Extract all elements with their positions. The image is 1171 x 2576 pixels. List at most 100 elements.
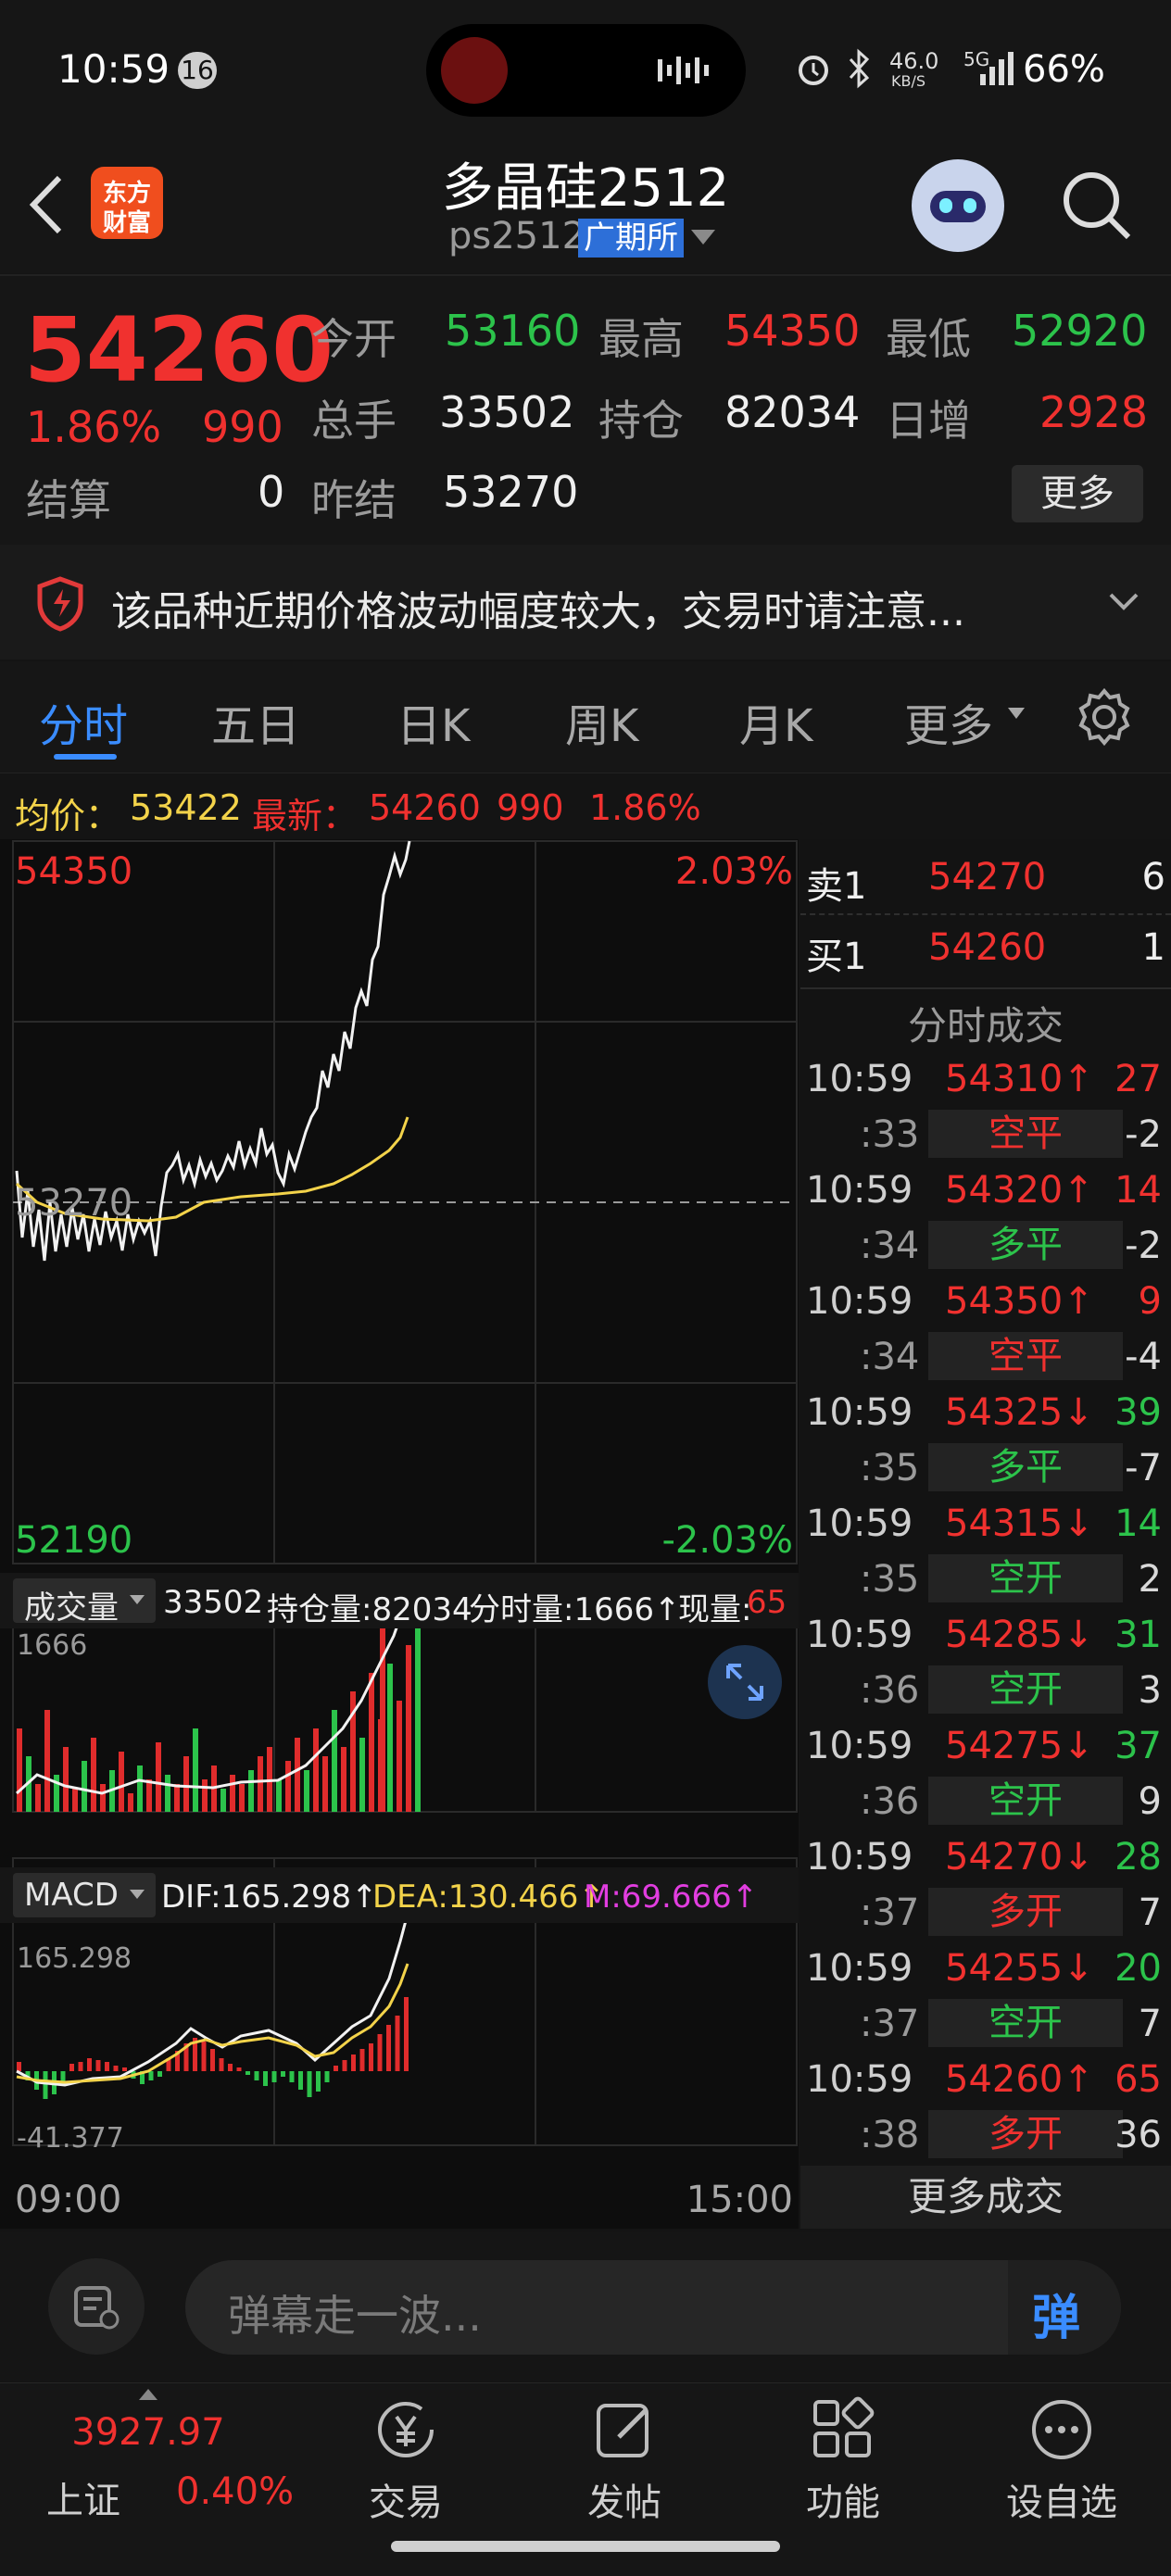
danmu-settings-button[interactable] — [48, 2258, 145, 2355]
tab-weekly-k[interactable]: 周K — [565, 689, 638, 754]
volume-bar — [332, 1710, 337, 1812]
trade-yen-icon — [378, 2402, 434, 2457]
macd-bar — [113, 2066, 119, 2071]
edit-post-icon — [597, 2404, 648, 2457]
trade-price: 54285↓ — [945, 1614, 1094, 1656]
oi-label: 持仓 — [598, 396, 684, 446]
search-icon[interactable] — [1062, 170, 1132, 241]
macd-bar — [78, 2062, 83, 2071]
battery-level: 66% — [1023, 48, 1105, 91]
macd-bar — [359, 2049, 365, 2071]
prev-settle-value: 53270 — [443, 467, 579, 517]
y-axis-mid-label: 53270 — [15, 1182, 132, 1225]
bid-1-row: 买1 54260 1 — [800, 913, 1171, 989]
change-percent: 1.86% — [26, 402, 162, 452]
high-value: 54350 — [724, 306, 861, 356]
settings-gear-icon[interactable] — [1075, 687, 1134, 747]
macd-bar — [377, 2034, 383, 2071]
macd-indicator-selector[interactable]: MACD — [13, 1873, 156, 1917]
trade-volume: 14 — [1114, 1169, 1162, 1212]
trades-title: 分时成交 — [907, 1003, 1064, 1049]
index-value: 3927.97 — [71, 2411, 225, 2454]
tab-daily-k[interactable]: 日K — [397, 689, 470, 754]
danmu-input[interactable]: 弹幕走一波... 弹 — [185, 2260, 1121, 2355]
trade-seconds: :36 — [860, 1780, 920, 1823]
intraday-chart[interactable]: 54350 2.03% 53270 52190 -2.03% 1666 165.… — [0, 839, 799, 2229]
volume-bar — [17, 1728, 22, 1812]
bluetooth-icon — [849, 48, 870, 89]
avg-value: 53422 — [130, 787, 242, 828]
danmu-send-button[interactable]: 弹 — [1008, 2260, 1121, 2355]
expand-chart-button[interactable] — [708, 1645, 782, 1719]
macd-bar — [105, 2062, 109, 2071]
y-axis-top-label: 54350 — [15, 850, 132, 893]
robot-assistant-icon[interactable] — [912, 159, 1004, 252]
trade-row: 10:59 54350↑ 9:34 空平 -4 — [800, 1275, 1171, 1386]
trade-price: 54320↑ — [945, 1169, 1094, 1212]
trade-seconds: :35 — [860, 1558, 920, 1601]
current-volume: 65 — [747, 1584, 787, 1621]
ask-1-label: 卖1 — [806, 865, 867, 908]
trade-volume: 39 — [1114, 1391, 1162, 1434]
volume-bar — [174, 1784, 180, 1812]
volume-panel-header: 成交量 33502 持仓量:82034 分时量:1666↑ 现量: 65 — [0, 1573, 799, 1628]
macd-bar — [316, 2071, 321, 2092]
trade-oi-change: -7 — [1125, 1447, 1162, 1489]
status-bar: 10:59 16 46.0 KB/S 5G 66% — [0, 0, 1171, 139]
more-trades-button[interactable]: 更多成交 — [800, 2166, 1171, 2229]
volume-bar — [397, 1701, 402, 1812]
app-header: 东方 财富 多晶硅2512 ps2512 广期所 — [0, 139, 1171, 273]
prev-settle-label: 昨结 — [311, 475, 397, 525]
tab-monthly-k[interactable]: 月K — [739, 689, 812, 754]
volume-bar — [100, 1784, 106, 1812]
y-axis-bottom-percent: -2.03% — [661, 1519, 793, 1562]
nav-watchlist-label: 设自选 — [1006, 2482, 1117, 2524]
volume-bar — [322, 1756, 328, 1812]
volume-bar — [91, 1738, 96, 1812]
trade-oi-change: 7 — [1138, 2003, 1162, 2045]
bid-1-price: 54260 — [928, 926, 1047, 969]
volume-bar — [193, 1728, 198, 1812]
risk-notice-bar[interactable]: 该品种近期价格波动幅度较大，交易时请注意... — [0, 545, 1171, 660]
trade-price: 54255↓ — [945, 1947, 1094, 1990]
macd-bar — [298, 2071, 303, 2090]
volume-indicator-selector[interactable]: 成交量 — [13, 1578, 156, 1627]
daily-increase-value: 2928 — [1039, 387, 1149, 437]
volume-bar — [341, 1747, 346, 1812]
trade-type: 多开 — [928, 2110, 1123, 2158]
trade-time: 10:59 — [806, 1280, 913, 1323]
trade-row: 10:59 54310↑ 27:33 空平 -2 — [800, 1052, 1171, 1163]
volume-value: 33502 — [439, 387, 575, 437]
volume-bar — [230, 1775, 235, 1812]
contract-code: ps2512 — [448, 215, 586, 258]
danmu-settings-icon — [74, 2286, 120, 2330]
tab-intraday[interactable]: 分时 — [39, 689, 128, 754]
tab-five-day[interactable]: 五日 — [211, 689, 300, 754]
more-quote-button[interactable]: 更多 — [1012, 465, 1143, 522]
daily-increase-label: 日增 — [886, 396, 971, 446]
volume-selector-label: 成交量 — [24, 1590, 119, 1627]
macd-bar — [307, 2071, 312, 2097]
current-volume-label: 现量: — [678, 1591, 752, 1628]
macd-bar — [228, 2064, 233, 2071]
volume-total: 33502 — [163, 1584, 264, 1621]
bid-1-label: 买1 — [806, 936, 867, 978]
dropdown-triangle-icon[interactable] — [691, 230, 715, 246]
trade-volume: 65 — [1114, 2058, 1162, 2101]
volume-bar — [359, 1738, 365, 1812]
trades-list[interactable]: 10:59 54310↑ 27:33 空平 -2 10:59 54320↑ 14:34 多平 -2… — [800, 1052, 1171, 2164]
trade-volume: 28 — [1114, 1836, 1162, 1879]
trade-seconds: :35 — [860, 1447, 920, 1489]
trade-volume: 14 — [1114, 1502, 1162, 1545]
trade-row: 10:59 54275↓ 37:36 空开 9 — [800, 1719, 1171, 1830]
trade-time: 10:59 — [806, 1614, 913, 1656]
trade-price: 54270↓ — [945, 1836, 1094, 1879]
bottom-navigation: 3927.97 上证 0.40% 交易 发帖 功能 设自选 — [0, 2382, 1171, 2576]
alarm-icon — [799, 56, 828, 85]
chevron-down-icon[interactable] — [1108, 591, 1140, 613]
volume-bar — [406, 1645, 411, 1812]
tab-more[interactable]: 更多 — [904, 689, 993, 754]
change-value: 990 — [202, 402, 283, 452]
macd-bar — [281, 2071, 285, 2077]
trade-oi-change: -2 — [1125, 1113, 1162, 1156]
